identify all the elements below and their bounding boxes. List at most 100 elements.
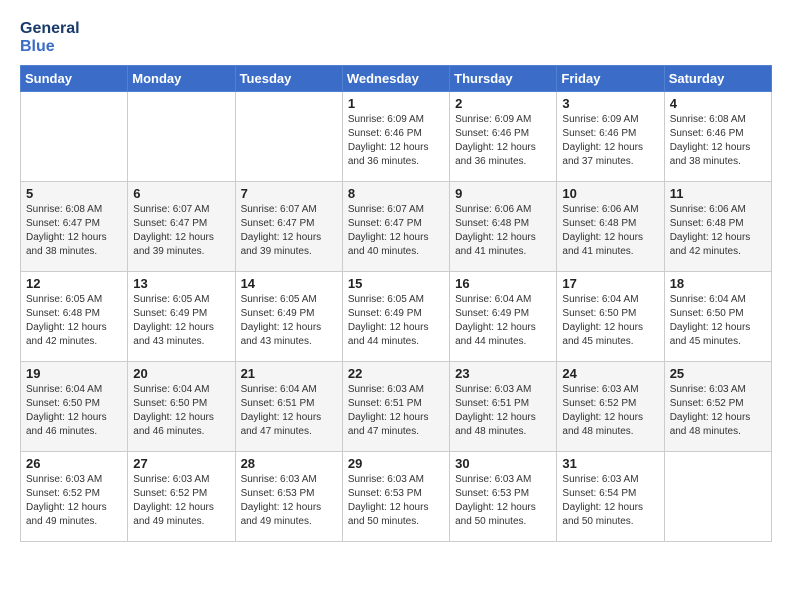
day-number: 31	[562, 456, 658, 471]
weekday-header-saturday: Saturday	[664, 66, 771, 92]
day-number: 17	[562, 276, 658, 291]
calendar-week-4: 19 Sunrise: 6:04 AM Sunset: 6:50 PM Dayli…	[21, 362, 772, 452]
day-info: Sunrise: 6:03 AM Sunset: 6:52 PM Dayligh…	[670, 383, 766, 439]
day-info: Sunrise: 6:04 AM Sunset: 6:50 PM Dayligh…	[670, 293, 766, 349]
day-info: Sunrise: 6:03 AM Sunset: 6:53 PM Dayligh…	[348, 473, 444, 529]
day-info: Sunrise: 6:09 AM Sunset: 6:46 PM Dayligh…	[562, 113, 658, 169]
calendar-cell: 5Sunrise: 6:08 AM Sunset: 6:47 PM Daylig…	[21, 182, 128, 272]
day-number: 4	[670, 96, 766, 111]
day-number: 15	[348, 276, 444, 291]
logo-blue-text: Blue	[20, 38, 80, 56]
calendar-cell: 6 Sunrise: 6:07 AM Sunset: 6:47 PM Daylig…	[128, 182, 235, 272]
day-number: 20	[133, 366, 229, 381]
day-info: Sunrise: 6:04 AM Sunset: 6:49 PM Dayligh…	[455, 293, 551, 349]
weekday-header-sunday: Sunday	[21, 66, 128, 92]
day-number: 14	[241, 276, 337, 291]
day-number: 2	[455, 96, 551, 111]
calendar-cell	[21, 92, 128, 182]
day-number: 22	[348, 366, 444, 381]
day-info: Sunrise: 6:06 AM Sunset: 6:48 PM Dayligh…	[670, 203, 766, 259]
calendar-cell: 4 Sunrise: 6:08 AM Sunset: 6:46 PM Daylig…	[664, 92, 771, 182]
day-number: 12	[26, 276, 122, 291]
day-info: Sunrise: 6:06 AM Sunset: 6:48 PM Dayligh…	[562, 203, 658, 259]
calendar-cell: 8 Sunrise: 6:07 AM Sunset: 6:47 PM Daylig…	[342, 182, 449, 272]
day-info: Sunrise: 6:03 AM Sunset: 6:53 PM Dayligh…	[455, 473, 551, 529]
day-info: Sunrise: 6:03 AM Sunset: 6:51 PM Dayligh…	[455, 383, 551, 439]
day-number: 29	[348, 456, 444, 471]
calendar-week-2: 5Sunrise: 6:08 AM Sunset: 6:47 PM Daylig…	[21, 182, 772, 272]
weekday-header-tuesday: Tuesday	[235, 66, 342, 92]
day-number: 6	[133, 186, 229, 201]
calendar-cell: 27Sunrise: 6:03 AM Sunset: 6:52 PM Dayli…	[128, 452, 235, 542]
calendar-cell: 31 Sunrise: 6:03 AM Sunset: 6:54 PM Dayli…	[557, 452, 664, 542]
weekday-header-wednesday: Wednesday	[342, 66, 449, 92]
day-info: Sunrise: 6:04 AM Sunset: 6:50 PM Dayligh…	[133, 383, 229, 439]
day-number: 8	[348, 186, 444, 201]
calendar-cell: 16 Sunrise: 6:04 AM Sunset: 6:49 PM Dayli…	[450, 272, 557, 362]
calendar-cell: 20 Sunrise: 6:04 AM Sunset: 6:50 PM Dayli…	[128, 362, 235, 452]
day-info: Sunrise: 6:05 AM Sunset: 6:49 PM Dayligh…	[348, 293, 444, 349]
day-info: Sunrise: 6:07 AM Sunset: 6:47 PM Dayligh…	[241, 203, 337, 259]
day-info: Sunrise: 6:07 AM Sunset: 6:47 PM Dayligh…	[348, 203, 444, 259]
calendar-cell	[235, 92, 342, 182]
day-number: 13	[133, 276, 229, 291]
calendar-cell: 7 Sunrise: 6:07 AM Sunset: 6:47 PM Daylig…	[235, 182, 342, 272]
calendar-cell	[128, 92, 235, 182]
calendar-cell: 2Sunrise: 6:09 AM Sunset: 6:46 PM Daylig…	[450, 92, 557, 182]
day-number: 11	[670, 186, 766, 201]
day-info: Sunrise: 6:09 AM Sunset: 6:46 PM Dayligh…	[348, 113, 444, 169]
calendar-week-1: 1Sunrise: 6:09 AM Sunset: 6:46 PM Daylig…	[21, 92, 772, 182]
calendar-cell: 12 Sunrise: 6:05 AM Sunset: 6:48 PM Dayli…	[21, 272, 128, 362]
day-info: Sunrise: 6:04 AM Sunset: 6:51 PM Dayligh…	[241, 383, 337, 439]
day-number: 21	[241, 366, 337, 381]
day-info: Sunrise: 6:05 AM Sunset: 6:48 PM Dayligh…	[26, 293, 122, 349]
calendar-cell: 15 Sunrise: 6:05 AM Sunset: 6:49 PM Dayli…	[342, 272, 449, 362]
day-number: 19	[26, 366, 122, 381]
calendar-table: SundayMondayTuesdayWednesdayThursdayFrid…	[20, 65, 772, 542]
calendar-cell: 29 Sunrise: 6:03 AM Sunset: 6:53 PM Dayli…	[342, 452, 449, 542]
day-info: Sunrise: 6:06 AM Sunset: 6:48 PM Dayligh…	[455, 203, 551, 259]
calendar-cell	[664, 452, 771, 542]
calendar-cell: 24Sunrise: 6:03 AM Sunset: 6:52 PM Dayli…	[557, 362, 664, 452]
calendar-cell: 10Sunrise: 6:06 AM Sunset: 6:48 PM Dayli…	[557, 182, 664, 272]
day-number: 7	[241, 186, 337, 201]
logo: General Blue General Blue	[20, 20, 80, 55]
day-info: Sunrise: 6:05 AM Sunset: 6:49 PM Dayligh…	[133, 293, 229, 349]
weekday-header-thursday: Thursday	[450, 66, 557, 92]
day-info: Sunrise: 6:08 AM Sunset: 6:46 PM Dayligh…	[670, 113, 766, 169]
calendar-cell: 26 Sunrise: 6:03 AM Sunset: 6:52 PM Dayli…	[21, 452, 128, 542]
calendar-cell: 25 Sunrise: 6:03 AM Sunset: 6:52 PM Dayli…	[664, 362, 771, 452]
day-info: Sunrise: 6:04 AM Sunset: 6:50 PM Dayligh…	[562, 293, 658, 349]
calendar-cell: 28Sunrise: 6:03 AM Sunset: 6:53 PM Dayli…	[235, 452, 342, 542]
calendar-cell: 17 Sunrise: 6:04 AM Sunset: 6:50 PM Dayli…	[557, 272, 664, 362]
day-number: 30	[455, 456, 551, 471]
calendar-cell: 30 Sunrise: 6:03 AM Sunset: 6:53 PM Dayli…	[450, 452, 557, 542]
day-number: 5	[26, 186, 122, 201]
day-info: Sunrise: 6:07 AM Sunset: 6:47 PM Dayligh…	[133, 203, 229, 259]
weekday-header-friday: Friday	[557, 66, 664, 92]
day-info: Sunrise: 6:04 AM Sunset: 6:50 PM Dayligh…	[26, 383, 122, 439]
day-number: 23	[455, 366, 551, 381]
calendar-cell: 1Sunrise: 6:09 AM Sunset: 6:46 PM Daylig…	[342, 92, 449, 182]
day-number: 24	[562, 366, 658, 381]
day-info: Sunrise: 6:05 AM Sunset: 6:49 PM Dayligh…	[241, 293, 337, 349]
day-number: 18	[670, 276, 766, 291]
day-number: 26	[26, 456, 122, 471]
day-info: Sunrise: 6:03 AM Sunset: 6:51 PM Dayligh…	[348, 383, 444, 439]
logo-general-text: General	[20, 20, 80, 38]
calendar-cell: 3 Sunrise: 6:09 AM Sunset: 6:46 PM Daylig…	[557, 92, 664, 182]
calendar-week-5: 26 Sunrise: 6:03 AM Sunset: 6:52 PM Dayli…	[21, 452, 772, 542]
day-number: 28	[241, 456, 337, 471]
calendar-cell: 23 Sunrise: 6:03 AM Sunset: 6:51 PM Dayli…	[450, 362, 557, 452]
calendar-week-3: 12 Sunrise: 6:05 AM Sunset: 6:48 PM Dayli…	[21, 272, 772, 362]
calendar-cell: 11 Sunrise: 6:06 AM Sunset: 6:48 PM Dayli…	[664, 182, 771, 272]
day-number: 3	[562, 96, 658, 111]
calendar-cell: 9Sunrise: 6:06 AM Sunset: 6:48 PM Daylig…	[450, 182, 557, 272]
calendar-cell: 21 Sunrise: 6:04 AM Sunset: 6:51 PM Dayli…	[235, 362, 342, 452]
day-number: 16	[455, 276, 551, 291]
day-number: 25	[670, 366, 766, 381]
calendar-cell: 18 Sunrise: 6:04 AM Sunset: 6:50 PM Dayli…	[664, 272, 771, 362]
day-info: Sunrise: 6:03 AM Sunset: 6:54 PM Dayligh…	[562, 473, 658, 529]
calendar-cell: 14 Sunrise: 6:05 AM Sunset: 6:49 PM Dayli…	[235, 272, 342, 362]
day-info: Sunrise: 6:03 AM Sunset: 6:52 PM Dayligh…	[26, 473, 122, 529]
